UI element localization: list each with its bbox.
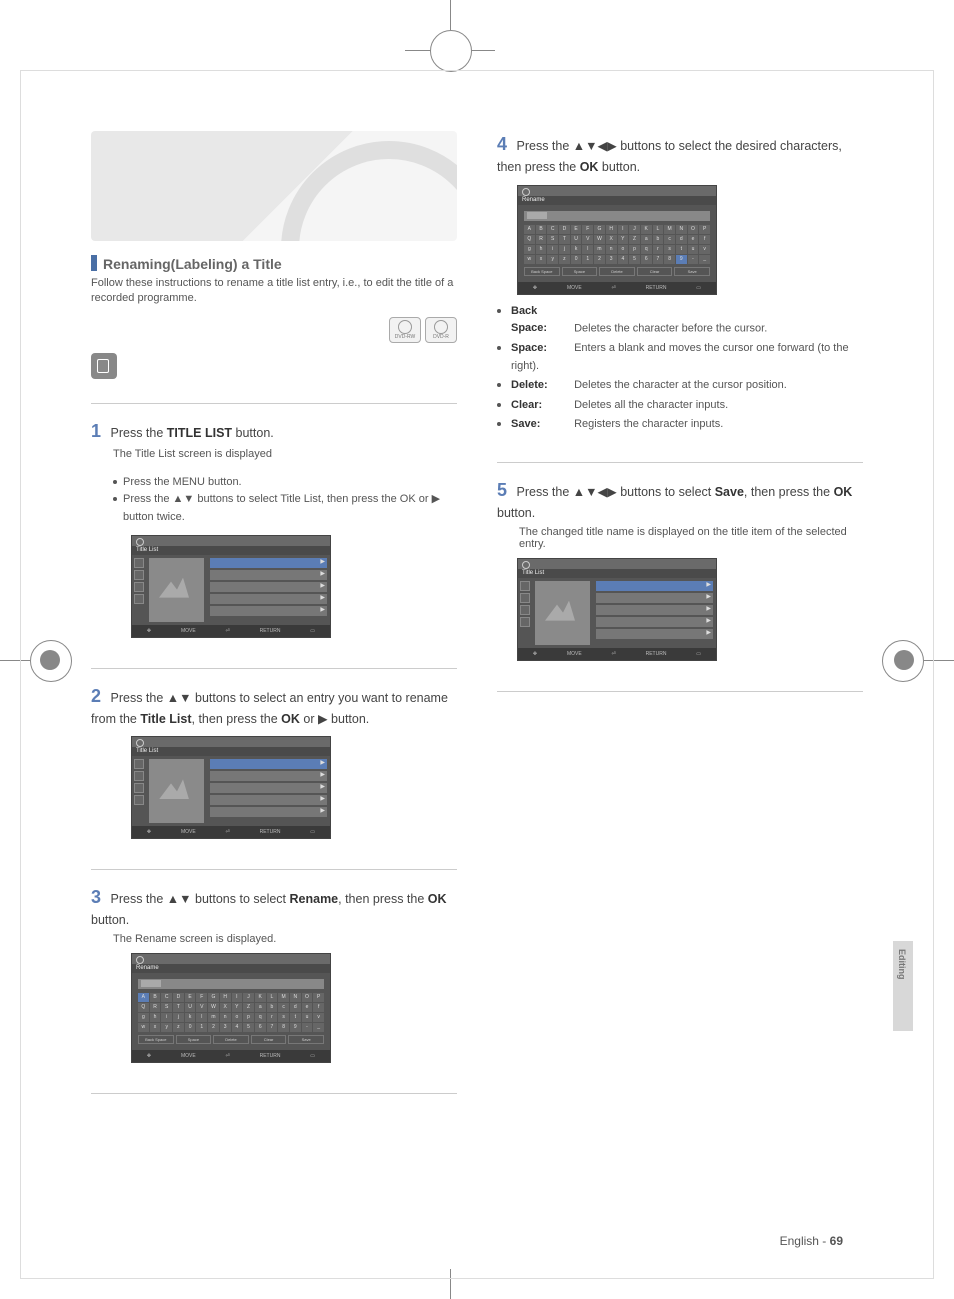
disc-dvd-r-icon: DVD-R [425, 317, 457, 343]
screenshot-title-list-1: Title List ✥MOVE⏎RETURN▭ [131, 535, 331, 638]
step-1-bullets: Press the MENU button. Press the ▲▼ butt… [113, 474, 457, 527]
separator [497, 691, 863, 692]
def-save: Save: Registers the character inputs. [497, 416, 863, 434]
step-1-sub: The Title List screen is displayed [113, 448, 457, 460]
disc-icons: DVD-RW DVD-R [91, 317, 457, 343]
step-5-sub: The changed title name is displayed on t… [519, 526, 863, 550]
bullet-titlelist: Press the ▲▼ buttons to select Title Lis… [113, 491, 457, 526]
separator [91, 869, 457, 870]
def-clear: Clear: Deletes all the character inputs. [497, 397, 863, 415]
step-3: 3 Press the ▲▼ buttons to select Rename,… [91, 884, 457, 1067]
right-column: 4 Press the ▲▼◀▶ buttons to select the d… [497, 131, 863, 1238]
step-3-sub: The Rename screen is displayed. [113, 933, 457, 945]
step-4: 4 Press the ▲▼◀▶ buttons to select the d… [497, 131, 863, 436]
step-3-head: 3 Press the ▲▼ buttons to select Rename,… [91, 884, 457, 930]
separator [91, 668, 457, 669]
step-2: 2 Press the ▲▼ buttons to select an entr… [91, 683, 457, 844]
hero-graphic [91, 131, 457, 241]
intro-text: Follow these instructions to rename a ti… [91, 276, 457, 307]
screenshot-rename-keyboard-1: Rename ABCDEFGHIJKLMNOP QRSTUVWXYZabcdef… [131, 953, 331, 1063]
def-backspace: Back Space: Deletes the character before… [497, 303, 863, 338]
left-column: Renaming(Labeling) a Title Follow these … [91, 131, 457, 1238]
side-tab: Editing [893, 941, 913, 1031]
page-frame: Renaming(Labeling) a Title Follow these … [20, 70, 934, 1279]
step-2-head: 2 Press the ▲▼ buttons to select an entr… [91, 683, 457, 729]
screenshot-title-list-3: Title List ✥MOVE⏎RETURN▭ [517, 558, 717, 661]
screenshot-title-list-2: Title List ✥MOVE⏎RETURN▭ [131, 736, 331, 839]
step-1-head: 1 Press the TITLE LIST button. [91, 418, 457, 445]
def-space: Space: Enters a blank and moves the curs… [497, 340, 863, 375]
bullet-menu: Press the MENU button. [113, 474, 457, 492]
keyboard-definitions: Back Space: Deletes the character before… [497, 303, 863, 434]
section-title-text: Renaming(Labeling) a Title [103, 256, 282, 272]
separator [497, 462, 863, 463]
step-5-head: 5 Press the ▲▼◀▶ buttons to select Save,… [497, 477, 863, 523]
step-5: 5 Press the ▲▼◀▶ buttons to select Save,… [497, 477, 863, 665]
separator [91, 1093, 457, 1094]
hand-icon [91, 353, 117, 379]
def-delete: Delete: Deletes the character at the cur… [497, 377, 863, 395]
step-4-head: 4 Press the ▲▼◀▶ buttons to select the d… [497, 131, 863, 177]
crop-mark-top [410, 0, 490, 60]
disc-dvd-rw-icon: DVD-RW [389, 317, 421, 343]
separator [91, 403, 457, 404]
step-1: 1 Press the TITLE LIST button. The Title… [91, 418, 457, 642]
screenshot-rename-keyboard-2: Rename ABCDEFGHIJKLMNOP QRSTUVWXYZabcdef… [517, 185, 717, 295]
section-heading: Renaming(Labeling) a Title [91, 255, 457, 272]
page-footer: English - 69 [780, 1234, 843, 1248]
